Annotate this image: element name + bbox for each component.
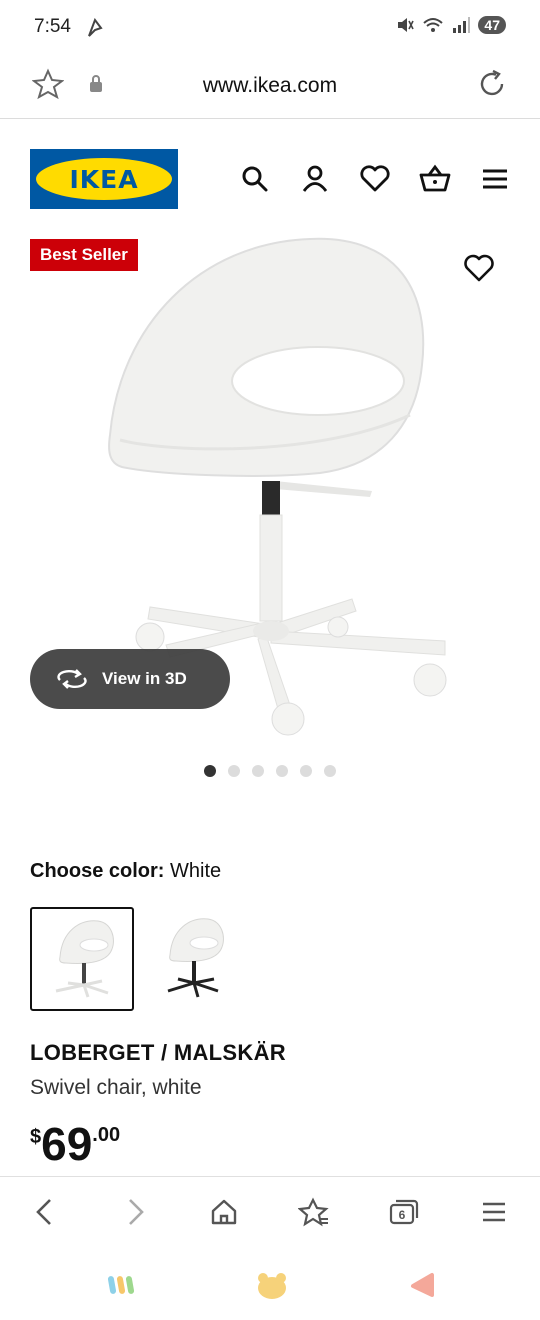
battery-indicator: 47 [478, 16, 506, 34]
view-in-3d-button[interactable]: View in 3D [30, 649, 230, 709]
gallery-dot-6[interactable] [324, 765, 336, 777]
home-icon [211, 1199, 237, 1225]
bookmarks-button[interactable] [292, 1190, 336, 1234]
price-integer: 69 [41, 1118, 93, 1170]
tabs-button[interactable]: 6 [382, 1190, 426, 1234]
product-name[interactable]: LOBERGET / MALSKÄR [30, 1040, 286, 1066]
rotate-3d-icon [57, 669, 87, 689]
triangle-app-icon[interactable] [410, 1272, 436, 1298]
color-swatch-white[interactable] [30, 907, 134, 1011]
ikea-logo[interactable]: IKEA [30, 149, 178, 209]
gallery-dot-4[interactable] [276, 765, 288, 777]
view-in-3d-label: View in 3D [102, 669, 187, 688]
chevron-left-icon [36, 1199, 51, 1225]
color-value: White [170, 860, 222, 882]
black-base-chair-thumbnail [167, 918, 224, 998]
browser-menu-button[interactable] [472, 1190, 516, 1234]
account-icon[interactable] [298, 162, 332, 196]
best-seller-badge: Best Seller [30, 239, 138, 271]
bear-app-icon[interactable] [256, 1270, 288, 1300]
color-swatch-black-base[interactable] [152, 907, 256, 1011]
search-icon[interactable] [238, 162, 272, 196]
hamburger-icon [483, 1202, 505, 1222]
product-price: $ 69 .00 [30, 1120, 120, 1168]
signal-icon [453, 17, 471, 33]
gallery-dot-2[interactable] [228, 765, 240, 777]
app-tray [0, 1248, 540, 1320]
gallery-dot-5[interactable] [300, 765, 312, 777]
gallery-dot-1[interactable] [204, 765, 216, 777]
status-icons: 47 [396, 16, 506, 34]
price-currency: $ [30, 1126, 42, 1148]
home-button[interactable] [202, 1190, 246, 1234]
status-bar: 7:54 47 [0, 0, 540, 56]
browser-url-bar: www.ikea.com [0, 56, 540, 119]
palette-app-icon[interactable] [106, 1272, 138, 1298]
back-button[interactable] [22, 1190, 66, 1234]
notification-icon [88, 18, 103, 37]
status-time: 7:54 [34, 16, 71, 37]
price-decimals: .00 [92, 1124, 121, 1146]
tab-count: 6 [399, 1208, 406, 1222]
gallery-dot-3[interactable] [252, 765, 264, 777]
tabs-icon: 6 [389, 1199, 419, 1225]
favorite-heart-icon[interactable] [462, 252, 496, 284]
url-text[interactable]: www.ikea.com [0, 74, 540, 98]
mute-icon [398, 18, 415, 32]
bookmarks-star-icon [298, 1197, 329, 1227]
ikea-logo-text: IKEA [69, 165, 139, 194]
basket-icon[interactable] [418, 162, 452, 196]
wifi-icon [423, 18, 444, 32]
color-chooser-label: Choose color: White [30, 860, 221, 883]
color-label-title: Choose color: [30, 860, 165, 882]
product-description: Swivel chair, white [30, 1076, 202, 1099]
white-chair-thumbnail [55, 920, 114, 998]
gallery-pagination[interactable] [204, 765, 336, 777]
chevron-right-icon [129, 1199, 144, 1225]
menu-icon[interactable] [478, 162, 512, 196]
reload-icon[interactable] [476, 68, 508, 100]
forward-button[interactable] [114, 1190, 158, 1234]
heart-icon[interactable] [358, 162, 392, 196]
browser-bottom-nav [0, 1176, 540, 1249]
